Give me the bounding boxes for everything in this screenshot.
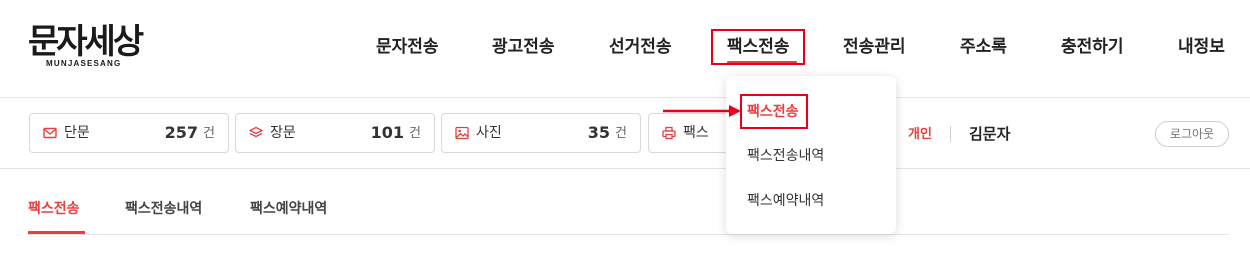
image-icon [455,126,469,140]
user-type-badge: 개인 [908,127,932,142]
count-label: 사진 [476,125,502,141]
header: 문자세상 MUNJASESANG 문자전송 광고전송 선거전송 팩스전송 전송관… [0,0,1250,98]
count-value: 257 [164,123,198,142]
divider [950,126,951,142]
count-value: 101 [370,123,404,142]
subtab-fax-send[interactable]: 팩스전송 [28,200,80,218]
logo-text: 문자세상 [28,22,144,62]
count-unit: 건 [615,126,627,141]
count-label: 장문 [270,125,296,141]
annotation-arrow-icon [663,105,741,117]
count-unit: 건 [409,126,421,141]
count-unit: 건 [203,126,215,141]
dropdown-item-fax-reservation[interactable]: 팩스예약내역 [747,192,824,210]
subtab-fax-history[interactable]: 팩스전송내역 [125,200,202,218]
nav-item-ad[interactable]: 광고전송 [492,36,555,58]
nav-item-address-book[interactable]: 주소록 [960,36,1007,58]
fax-subtabs: 팩스전송 팩스전송내역 팩스예약내역 [28,169,1229,235]
layers-icon [249,126,263,138]
count-label: 팩스 [683,125,709,141]
nav-item-election[interactable]: 선거전송 [609,36,672,58]
logout-button[interactable]: 로그아웃 [1155,121,1229,147]
count-value: 35 [587,123,610,142]
count-card-sms[interactable]: 단문 257 건 [29,113,229,153]
subtab-active-underline [28,231,85,234]
nav-item-sms[interactable]: 문자전송 [376,36,439,58]
count-label: 단문 [64,125,90,141]
printer-icon [662,126,676,140]
nav-item-my-info[interactable]: 내정보 [1178,36,1225,58]
annotation-box-nav [711,29,805,65]
subtab-fax-reservation[interactable]: 팩스예약내역 [250,200,327,218]
annotation-box-dropdown [740,94,808,129]
mail-icon [43,127,57,139]
logo[interactable]: 문자세상 MUNJASESANG [28,22,160,72]
logo-subtext: MUNJASESANG [46,59,122,68]
nav-item-charge[interactable]: 충전하기 [1061,36,1124,58]
user-name: 김문자 [969,125,1011,143]
count-card-mms[interactable]: 사진 35 건 [441,113,641,153]
nav-item-send-manage[interactable]: 전송관리 [843,36,906,58]
usage-bar: 단문 257 건 장문 101 건 사진 35 건 팩스 [0,98,1250,169]
count-card-lms[interactable]: 장문 101 건 [235,113,435,153]
dropdown-item-fax-history[interactable]: 팩스전송내역 [747,147,824,165]
